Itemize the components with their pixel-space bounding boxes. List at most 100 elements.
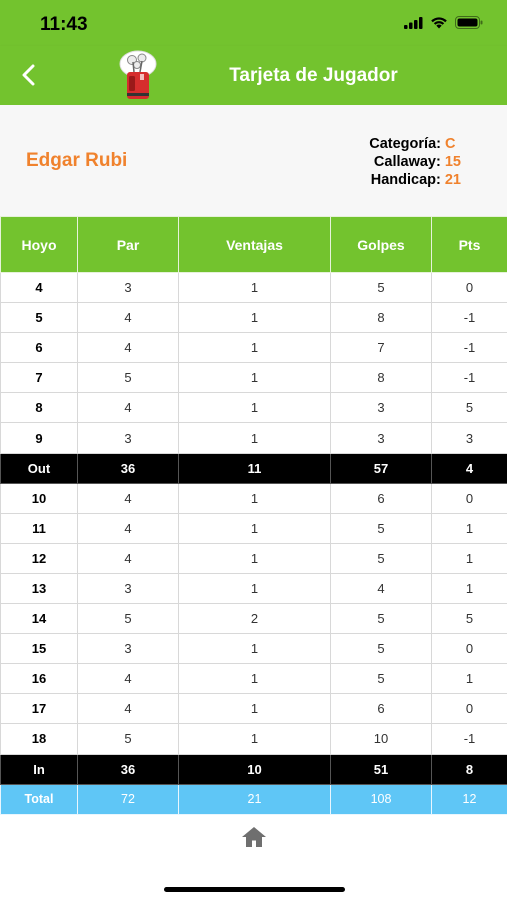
cell-hoyo: 5 xyxy=(0,302,78,334)
cell-hoyo: 12 xyxy=(0,542,78,574)
cell-pts: 5 xyxy=(431,392,507,424)
cell-pts: 1 xyxy=(431,512,507,544)
cell-hoyo: Out xyxy=(0,452,78,484)
cell-golpes: 6 xyxy=(330,482,432,514)
player-stats: Categoría: C Callaway: 15 Handicap: 21 xyxy=(369,135,461,189)
battery-icon xyxy=(455,16,483,29)
table-row: 15 3 1 5 0 xyxy=(0,633,507,665)
stat-handicap: Handicap: 21 xyxy=(369,171,461,189)
cell-golpes: 10 xyxy=(330,723,432,755)
cell-hoyo: 9 xyxy=(0,422,78,454)
cell-ventajas: 1 xyxy=(178,362,331,394)
stat-label: Handicap: xyxy=(370,172,441,188)
cell-par: 4 xyxy=(77,693,179,725)
cell-golpes: 5 xyxy=(330,512,432,544)
cell-golpes: 108 xyxy=(330,783,432,815)
cell-ventajas: 1 xyxy=(178,302,331,334)
cell-par: 5 xyxy=(77,362,179,394)
table-row: 93133 xyxy=(0,422,507,454)
column-header-golpes: Golpes xyxy=(330,216,432,273)
cell-golpes: 5 xyxy=(330,633,432,665)
cell-pts: -1 xyxy=(431,723,507,755)
cell-hoyo: Total xyxy=(0,783,78,815)
column-header-hoyo: Hoyo xyxy=(0,216,78,273)
home-icon[interactable] xyxy=(240,825,268,849)
cell-par: 3 xyxy=(77,633,179,665)
cell-par: 36 xyxy=(77,452,179,484)
cell-ventajas: 1 xyxy=(178,482,331,514)
cell-pts: 1 xyxy=(431,663,507,695)
cell-ventajas: 1 xyxy=(178,693,331,725)
cell-ventajas: 2 xyxy=(178,603,331,635)
wifi-icon xyxy=(431,17,447,29)
cell-golpes: 5 xyxy=(330,271,432,304)
cell-pts: 1 xyxy=(431,572,507,605)
cell-hoyo: 4 xyxy=(0,271,78,304)
cell-hoyo: 13 xyxy=(0,572,78,605)
cell-par: 72 xyxy=(77,783,179,815)
cell-ventajas: 10 xyxy=(178,753,331,785)
table-row: 13 3 1 4 1 xyxy=(0,572,507,605)
back-button[interactable] xyxy=(14,60,44,90)
column-header-ventajas: Ventajas xyxy=(178,216,331,273)
cell-golpes: 7 xyxy=(330,332,432,364)
status-icons xyxy=(404,16,483,29)
cell-golpes: 57 xyxy=(330,452,432,484)
cell-pts: 12 xyxy=(431,783,507,815)
table-row: 11 4 1 5 1 xyxy=(0,512,507,544)
cell-golpes: 3 xyxy=(330,422,432,454)
cell-golpes: 8 xyxy=(330,362,432,394)
table-row: 6 4 1 7 -1 xyxy=(0,332,507,364)
stat-value: C xyxy=(445,136,456,152)
cell-pts: -1 xyxy=(431,332,507,364)
cell-par: 4 xyxy=(77,482,179,514)
cell-ventajas: 1 xyxy=(178,422,331,454)
nav-bar: Tarjeta de Jugador xyxy=(0,46,507,105)
player-card: Edgar Rubi Categoría: C Callaway: 15 Han… xyxy=(0,105,507,217)
table-row: 5 4 1 8 -1 xyxy=(0,302,507,334)
cell-ventajas: 1 xyxy=(178,512,331,544)
cell-par: 5 xyxy=(77,723,179,755)
cell-pts: 3 xyxy=(431,422,507,454)
stat-label: Categoría: xyxy=(369,136,441,152)
cell-pts: 5 xyxy=(431,603,507,635)
cell-hoyo: 17 xyxy=(0,693,78,725)
signal-icon xyxy=(404,16,423,29)
player-name: Edgar Rubi xyxy=(26,150,128,171)
cell-golpes: 5 xyxy=(330,663,432,695)
stat-callaway: Callaway: 15 xyxy=(369,153,461,171)
cell-hoyo: 6 xyxy=(0,332,78,364)
cell-ventajas: 1 xyxy=(178,723,331,755)
stat-value: 21 xyxy=(444,172,461,188)
table-header-row: Hoyo Par Ventajas Golpes Pts xyxy=(0,216,507,273)
cell-hoyo: 14 xyxy=(0,603,78,635)
table-row: 84135 xyxy=(0,392,507,424)
cell-ventajas: 1 xyxy=(178,271,331,304)
column-header-par: Par xyxy=(77,216,179,273)
cell-golpes: 3 xyxy=(330,392,432,424)
cell-hoyo: In xyxy=(0,753,78,785)
cell-ventajas: 1 xyxy=(178,542,331,574)
cell-golpes: 51 xyxy=(330,753,432,785)
cell-par: 3 xyxy=(77,271,179,304)
cell-pts: 0 xyxy=(431,271,507,304)
cell-hoyo: 15 xyxy=(0,633,78,665)
table-row: 17 4 1 6 0 xyxy=(0,693,507,725)
table-row: 10 4 1 6 0 xyxy=(0,482,507,514)
table-row: 7 5 1 8 -1 xyxy=(0,362,507,394)
stat-value: 15 xyxy=(444,154,461,170)
cell-ventajas: 1 xyxy=(178,633,331,665)
subtotal-row: Out 36 11 57 4 xyxy=(0,452,507,484)
table-row: 16 4 1 5 1 xyxy=(0,663,507,695)
cell-ventajas: 1 xyxy=(178,572,331,605)
cell-golpes: 6 xyxy=(330,693,432,725)
stat-label: Callaway: xyxy=(373,154,441,170)
cell-par: 5 xyxy=(77,603,179,635)
cell-pts: 4 xyxy=(431,452,507,484)
home-indicator xyxy=(164,887,345,892)
cell-par: 4 xyxy=(77,302,179,334)
status-bar: 11:43 xyxy=(0,0,507,46)
chevron-left-icon xyxy=(22,64,35,86)
cell-par: 4 xyxy=(77,392,179,424)
cell-par: 4 xyxy=(77,332,179,364)
